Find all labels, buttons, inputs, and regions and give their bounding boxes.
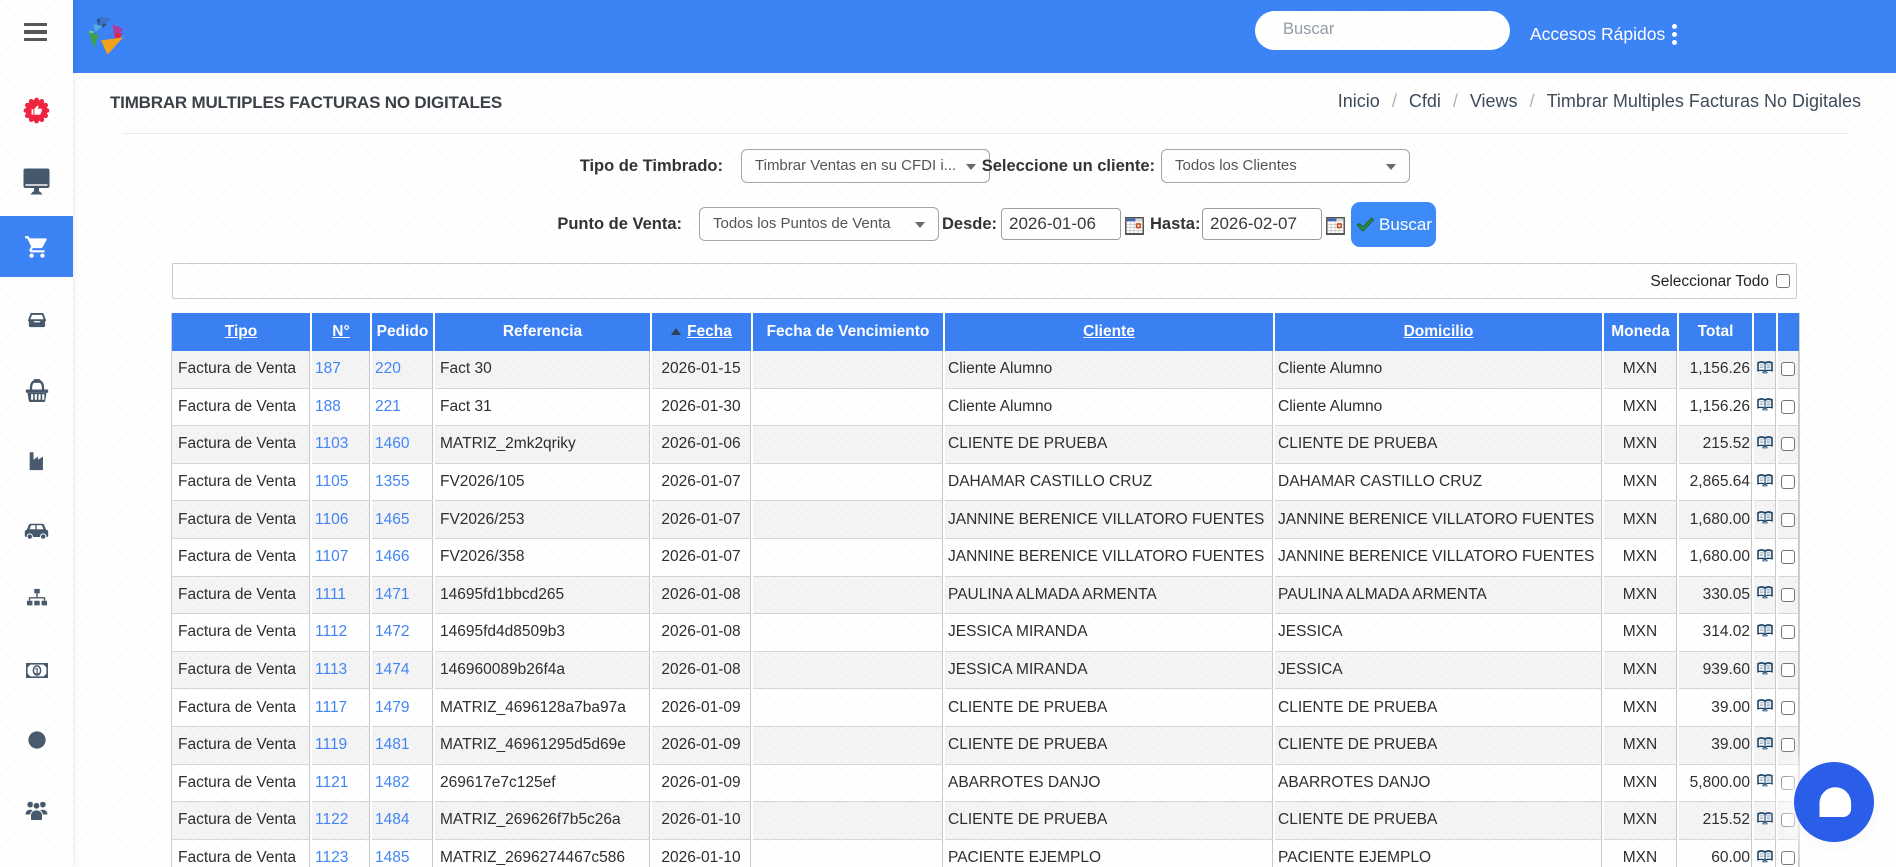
svg-text:1: 1: [34, 666, 39, 676]
